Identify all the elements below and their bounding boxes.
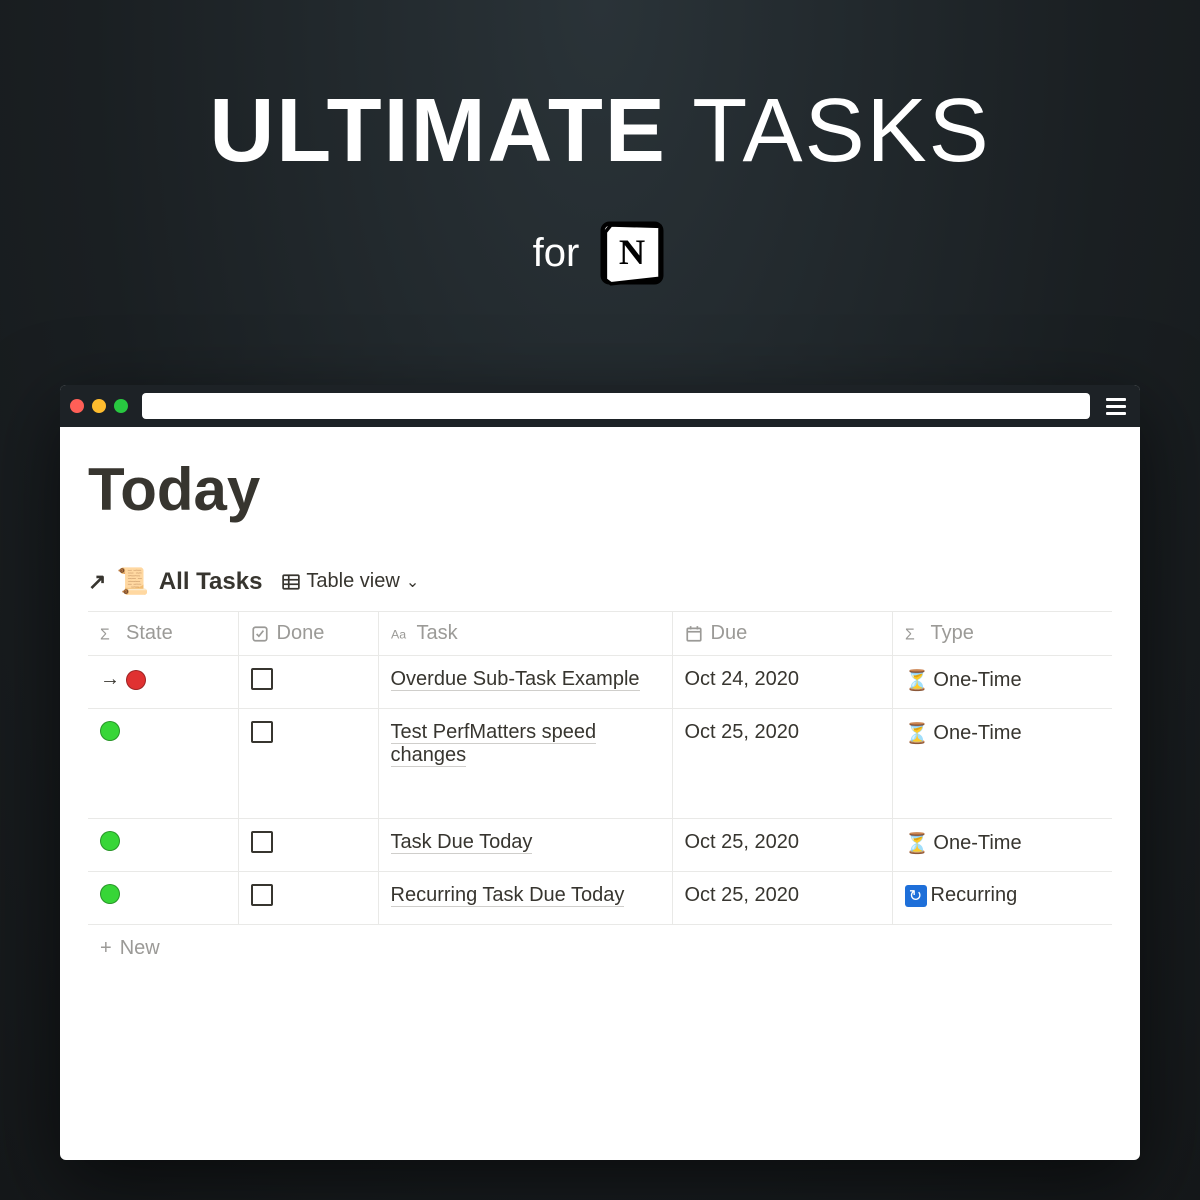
svg-text:Σ: Σ — [100, 626, 110, 642]
menu-icon[interactable] — [1102, 398, 1130, 415]
task-title[interactable]: Test PerfMatters speed changes — [391, 721, 597, 767]
hero-title: ULTIMATE TASKS — [0, 80, 1200, 183]
task-title[interactable]: Task Due Today — [391, 831, 533, 854]
column-header-state[interactable]: ΣState — [88, 612, 238, 656]
type-label: One-Time — [933, 722, 1021, 745]
open-as-page-icon[interactable]: ↗ — [88, 569, 106, 595]
hourglass-icon: ⏳ — [905, 721, 930, 746]
hero-title-light: TASKS — [692, 81, 990, 181]
new-row-label: New — [120, 937, 160, 960]
svg-text:Σ: Σ — [905, 626, 915, 642]
cell-type: ⏳One-Time — [892, 709, 1112, 819]
column-header-due[interactable]: Due — [672, 612, 892, 656]
hero-header: ULTIMATE TASKS for N — [0, 0, 1200, 288]
cell-state — [88, 819, 238, 872]
plus-icon: + — [100, 937, 112, 960]
title-icon: Aa — [391, 625, 409, 643]
chevron-down-icon: ⌄ — [406, 572, 419, 592]
done-checkbox[interactable] — [251, 884, 273, 906]
task-title[interactable]: Recurring Task Due Today — [391, 884, 625, 907]
state-dot-icon — [100, 831, 120, 851]
database-icon: 📜 — [116, 566, 148, 597]
table-row[interactable]: Test PerfMatters speed changes Oct 25, 20… — [88, 709, 1112, 819]
done-checkbox[interactable] — [251, 668, 273, 690]
cell-due: Oct 25, 2020 — [672, 872, 892, 925]
type-label: One-Time — [933, 832, 1021, 855]
state-dot-icon — [100, 884, 120, 904]
table-icon — [282, 573, 300, 591]
state-dot-icon — [126, 670, 146, 690]
done-checkbox[interactable] — [251, 831, 273, 853]
minimize-icon[interactable] — [92, 399, 106, 413]
cell-task: Recurring Task Due Today — [378, 872, 672, 925]
view-switcher[interactable]: Table view ⌄ — [282, 570, 419, 593]
close-icon[interactable] — [70, 399, 84, 413]
cell-due: Oct 25, 2020 — [672, 709, 892, 819]
window-titlebar — [60, 385, 1140, 427]
cell-done — [238, 656, 378, 709]
hero-subtitle-text: for — [533, 231, 580, 276]
hero-subtitle: for N — [0, 218, 1200, 288]
app-window: Today ↗ 📜 All Tasks Table view ⌄ ΣState … — [60, 385, 1140, 1160]
hourglass-icon: ⏳ — [905, 668, 930, 693]
view-label: Table view — [306, 570, 399, 593]
tasks-table: ΣState Done AaTask Due ΣType →O — [88, 611, 1112, 925]
page-content: Today ↗ 📜 All Tasks Table view ⌄ ΣState … — [60, 427, 1140, 1160]
arrow-right-icon: → — [100, 668, 120, 691]
cell-type: ⏳One-Time — [892, 656, 1112, 709]
cell-due: Oct 25, 2020 — [672, 819, 892, 872]
page-title: Today — [88, 455, 1112, 524]
calendar-icon — [685, 625, 703, 643]
hero-title-bold: ULTIMATE — [209, 81, 667, 181]
recurring-icon: ↻ — [905, 885, 927, 907]
table-row[interactable]: Task Due TodayOct 25, 2020⏳One-Time — [88, 819, 1112, 872]
table-row[interactable]: →Overdue Sub-Task ExampleOct 24, 2020⏳On… — [88, 656, 1112, 709]
cell-done — [238, 872, 378, 925]
cell-state — [88, 709, 238, 819]
type-label: Recurring — [931, 884, 1018, 907]
column-header-done[interactable]: Done — [238, 612, 378, 656]
cell-state — [88, 872, 238, 925]
cell-state: → — [88, 656, 238, 709]
maximize-icon[interactable] — [114, 399, 128, 413]
notion-logo-icon: N — [597, 218, 667, 288]
state-dot-icon — [100, 721, 120, 741]
done-checkbox[interactable] — [251, 721, 273, 743]
formula-icon: Σ — [100, 625, 118, 643]
cell-done — [238, 819, 378, 872]
cell-type: ⏳One-Time — [892, 819, 1112, 872]
type-label: One-Time — [933, 669, 1021, 692]
cell-task: Task Due Today — [378, 819, 672, 872]
svg-text:N: N — [619, 232, 645, 272]
svg-text:Aa: Aa — [391, 627, 406, 641]
cell-task: Test PerfMatters speed changes — [378, 709, 672, 819]
column-header-type[interactable]: ΣType — [892, 612, 1112, 656]
window-traffic-lights — [70, 399, 128, 413]
cell-done — [238, 709, 378, 819]
cell-task: Overdue Sub-Task Example — [378, 656, 672, 709]
column-header-task[interactable]: AaTask — [378, 612, 672, 656]
database-header: ↗ 📜 All Tasks Table view ⌄ — [88, 566, 1112, 597]
database-name[interactable]: All Tasks — [159, 568, 263, 596]
formula-icon: Σ — [905, 625, 923, 643]
url-bar[interactable] — [142, 393, 1090, 419]
cell-type: ↻Recurring — [892, 872, 1112, 925]
new-row-button[interactable]: + New — [88, 925, 1112, 972]
hourglass-icon: ⏳ — [905, 831, 930, 856]
checkbox-icon — [251, 625, 269, 643]
table-row[interactable]: Recurring Task Due TodayOct 25, 2020↻Rec… — [88, 872, 1112, 925]
task-title[interactable]: Overdue Sub-Task Example — [391, 668, 640, 691]
cell-due: Oct 24, 2020 — [672, 656, 892, 709]
